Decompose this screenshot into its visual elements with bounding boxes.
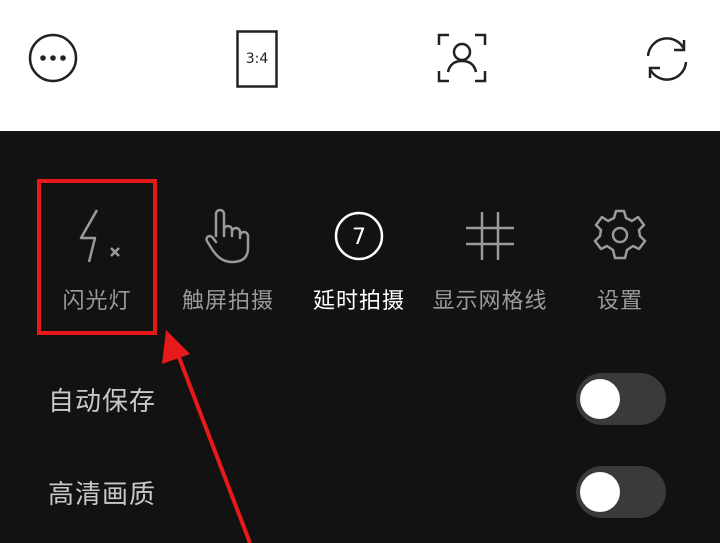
more-horizontal-icon[interactable] (28, 33, 78, 83)
flash-highlight-box (37, 179, 157, 335)
face-scan-icon[interactable] (436, 30, 488, 86)
timer-value: 7 (352, 225, 366, 250)
auto-save-toggle[interactable] (576, 373, 666, 425)
touch-capture-icon (168, 206, 288, 266)
aspect-ratio-label: 3:4 (245, 51, 269, 67)
tool-grid[interactable]: 显示网格线 (430, 201, 550, 321)
tool-label: 设置 (596, 289, 643, 314)
setting-label: 自动保存 (48, 387, 157, 417)
toggle-knob (580, 379, 620, 419)
hd-quality-toggle[interactable] (576, 466, 666, 518)
grid-icon (430, 206, 550, 266)
settings-icon (560, 206, 680, 266)
camera-top-bar: 3:4 (0, 0, 720, 131)
setting-row-hd-quality: 高清画质 (0, 458, 720, 528)
switch-camera-icon[interactable] (640, 32, 694, 86)
tool-settings[interactable]: 设置 (560, 201, 680, 321)
tool-label: 显示网格线 (432, 289, 548, 314)
tool-timer[interactable]: 7 延时拍摄 (299, 201, 419, 321)
tool-label: 延时拍摄 (312, 289, 405, 314)
tool-label: 触屏拍摄 (181, 289, 274, 314)
camera-settings-panel: 闪光灯 触屏拍摄 7 延时拍摄 显示网格线 设置 自动保存 高清画质 (0, 131, 720, 543)
aspect-ratio-button[interactable]: 3:4 (236, 30, 278, 88)
tool-touch-capture[interactable]: 触屏拍摄 (168, 201, 288, 321)
toggle-knob (580, 472, 620, 512)
setting-label: 高清画质 (48, 480, 157, 510)
timer-icon: 7 (299, 206, 419, 266)
setting-row-auto-save: 自动保存 (0, 365, 720, 435)
